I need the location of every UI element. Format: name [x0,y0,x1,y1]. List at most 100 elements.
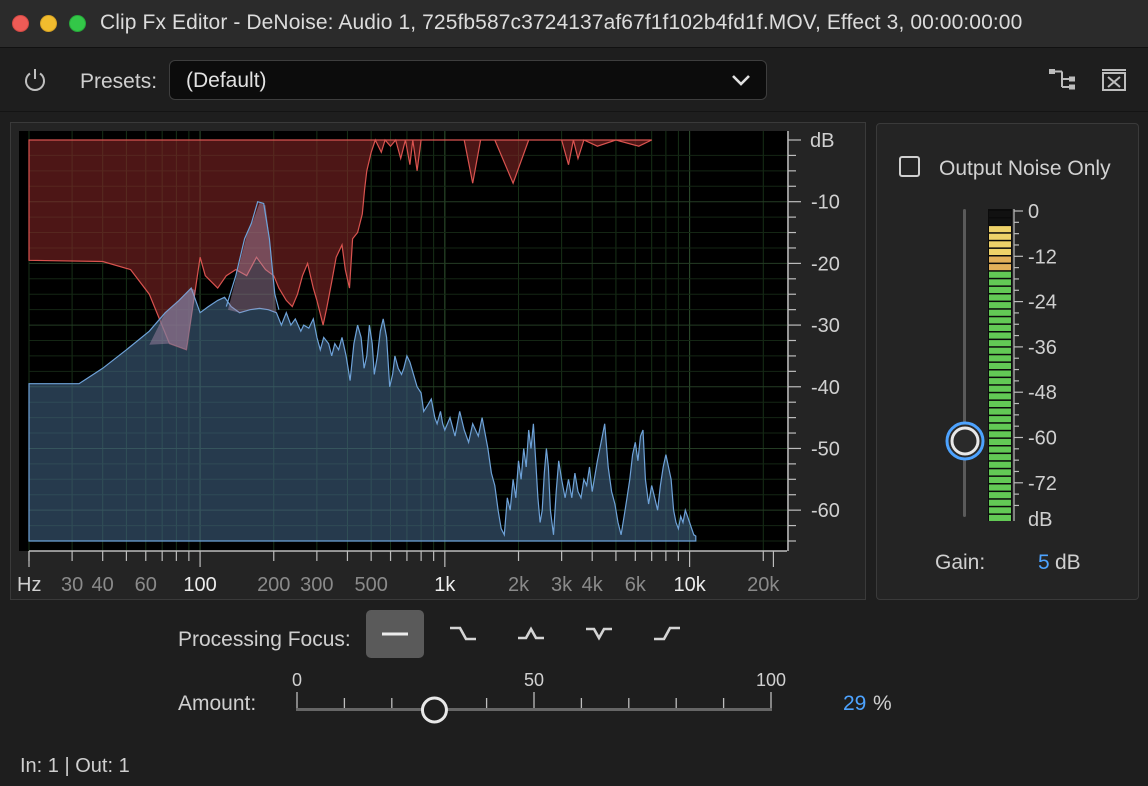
spectrum-graph-panel: dB -10 -20 -30 -40 -50 -60 Hz 30 40 60 100 200 300 50… [10,122,866,600]
hz-tick-label: 100 [183,574,216,596]
meter-segment [989,499,1011,506]
meter-segment [989,294,1011,301]
amount-slider-handle[interactable] [420,696,448,724]
gain-fader-handle-inner [950,426,980,456]
meter-segment [989,400,1011,407]
focus-flat-button[interactable] [366,610,424,658]
db-tick-label: -10 [811,192,840,214]
window-close-button[interactable] [12,15,29,32]
focus-high-button[interactable] [638,610,696,658]
gain-meter: 0 -12 -24 -36 -48 -60 -72 dB [945,201,1057,531]
meter-segment [989,302,1011,309]
hz-unit-label: Hz [17,574,41,596]
db-tick-label: -60 [811,500,840,522]
meter-segment [989,438,1011,445]
meter-segment [989,279,1011,286]
notch-icon [586,627,612,641]
meter-segment [989,340,1011,347]
hz-tick-label: 2k [508,574,530,596]
meter-scale-label: -60 [1028,428,1057,450]
meter-segment [989,484,1011,491]
meter-segment [989,476,1011,483]
amount-scale-label: 0 [292,670,302,690]
meter-segment [989,355,1011,362]
focus-notch-button[interactable] [570,610,628,658]
meter-scale-label: 0 [1028,201,1039,223]
meter-segment [989,461,1011,468]
meter-segment [989,393,1011,400]
flat-icon [382,632,408,636]
gain-label: Gain: [935,551,986,574]
meter-segment [989,370,1011,377]
processing-focus-label: Processing Focus: [178,628,351,651]
meter-segment [989,218,1011,225]
db-tick-label: -20 [811,253,840,275]
meter-scale-label: -24 [1028,292,1057,314]
output-panel: Output Noise Only 0 -12 -24 -36 -48 -60 -72 dB … [876,123,1139,600]
meter-segment [989,347,1011,354]
routing-icon[interactable] [1048,67,1076,93]
peak-icon [518,626,544,640]
hz-tick-label: 500 [354,574,387,596]
db-tick-label: -50 [811,438,840,460]
meter-segment [989,507,1011,514]
hz-tick-label: 20k [747,574,780,596]
meter-segment [989,309,1011,316]
output-noise-only-checkbox[interactable] [899,156,920,177]
meter-segment [989,248,1011,255]
hz-tick-label: 40 [92,574,114,596]
meter-unit-label: dB [1028,509,1052,531]
meter-segment [989,233,1011,240]
gain-fader-track [963,209,966,517]
meter-segment [989,210,1011,217]
meter-segment [989,226,1011,233]
meter-segment [989,286,1011,293]
meter-segment [989,324,1011,331]
hz-tick-label: 1k [434,574,456,596]
meter-segment [989,431,1011,438]
meter-segment [989,264,1011,271]
hz-tick-label: 3k [551,574,573,596]
amount-unit: % [873,692,892,715]
hz-tick-label: 30 [61,574,83,596]
meter-segment [989,385,1011,392]
meter-segment [989,378,1011,385]
meter-scale-label: -48 [1028,382,1057,404]
divider [0,111,1148,112]
meter-segment [989,271,1011,278]
title-bar: Clip Fx Editor - DeNoise: Audio 1, 725fb… [0,0,1148,48]
window-maximize-button[interactable] [69,15,86,32]
presets-dropdown[interactable]: (Default) [169,60,767,100]
meter-scale-label: -72 [1028,473,1057,495]
chevron-down-icon [732,75,750,86]
low-shelf-icon [450,626,476,641]
amount-scale-label: 100 [756,670,786,690]
meter-segment [989,446,1011,453]
meter-segment [989,492,1011,499]
io-status: In: 1 | Out: 1 [20,755,130,777]
window-title: Clip Fx Editor - DeNoise: Audio 1, 725fb… [100,11,1023,34]
focus-low-button[interactable] [434,610,492,658]
power-icon[interactable] [22,67,48,93]
meter-scale-label: -36 [1028,337,1057,359]
amount-label: Amount: [178,692,257,715]
gain-value[interactable]: 5 [1038,551,1050,575]
presets-value: (Default) [186,69,267,92]
meter-segment [989,332,1011,339]
close-panel-icon[interactable] [1101,68,1127,92]
hz-tick-label: 200 [257,574,290,596]
meter-segment [989,241,1011,248]
amount-track [296,708,772,711]
amount-value[interactable]: 29 [843,692,866,716]
db-tick-label: -40 [811,377,840,399]
hz-tick-label: 60 [135,574,157,596]
output-noise-only-label: Output Noise Only [939,157,1111,180]
spectrum-graph[interactable]: dB -10 -20 -30 -40 -50 -60 Hz 30 40 60 100 200 300 50… [11,123,867,601]
presets-label: Presets: [80,70,158,93]
focus-mid-button[interactable] [502,610,560,658]
meter-segment [989,256,1011,263]
meter-segment [989,454,1011,461]
window-minimize-button[interactable] [40,15,57,32]
amount-slider[interactable]: 0 50 100 [280,666,790,726]
hz-tick-label: 300 [300,574,333,596]
